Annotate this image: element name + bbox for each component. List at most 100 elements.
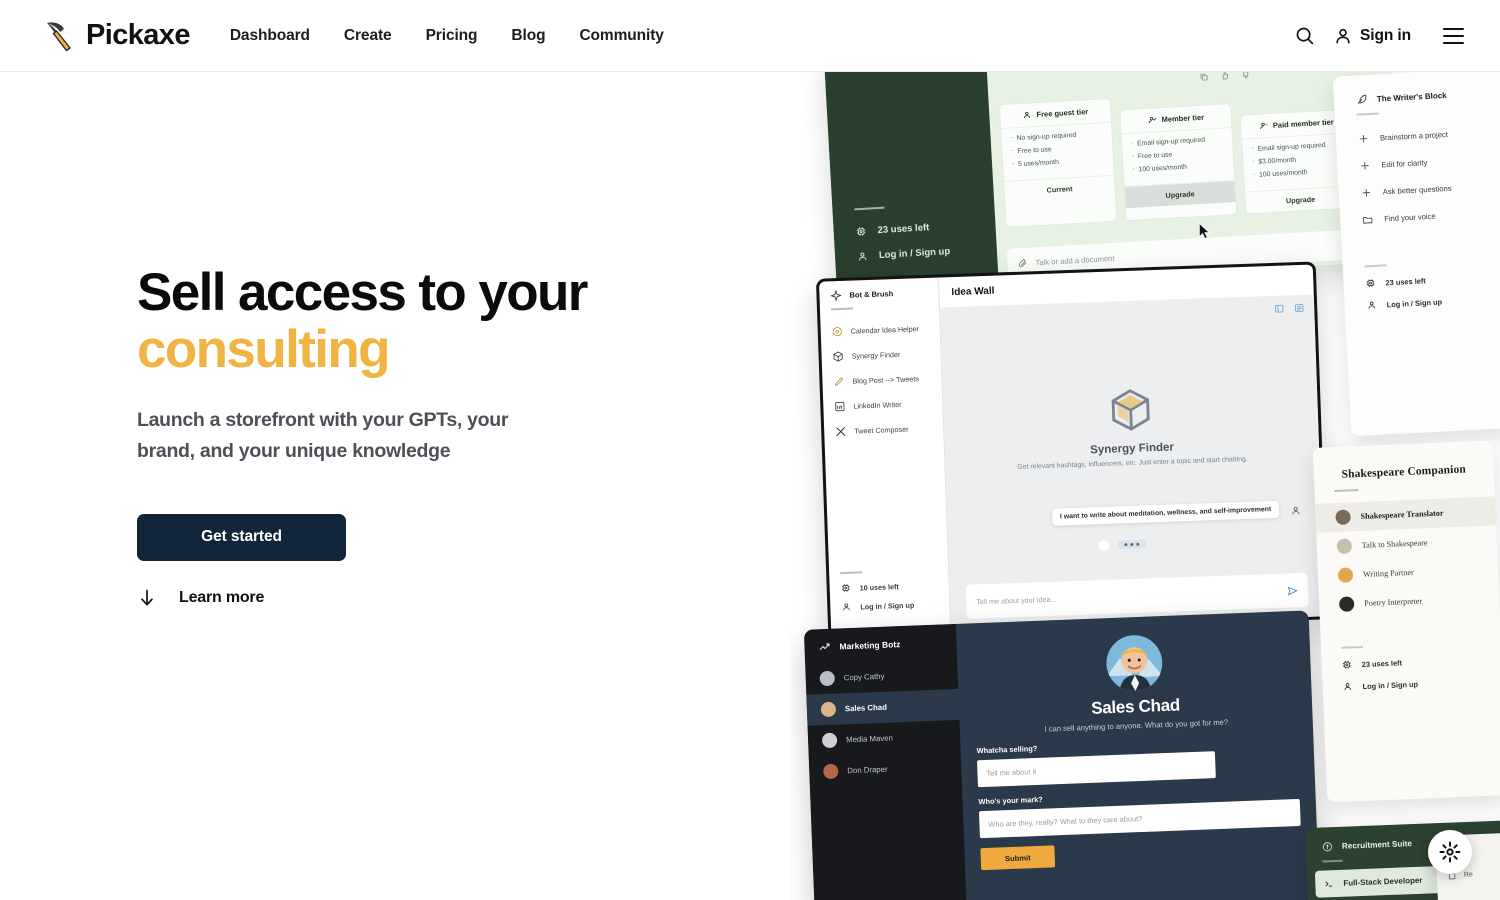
nav-item-blog[interactable]: Blog (511, 27, 545, 45)
sidebar-item-label: Sales Chad (844, 702, 888, 714)
nav-item-community[interactable]: Community (579, 27, 663, 45)
header-actions: Sign in (1294, 25, 1464, 46)
shakespeare-card-footer: 23 uses left Log in / Sign up (1321, 640, 1500, 692)
idea-brand-label: Bot & Brush (849, 289, 894, 300)
idea-chat-placeholder: Tell me about your idea... (976, 594, 1057, 606)
canvas-tools (1274, 303, 1304, 314)
divider (1322, 859, 1343, 863)
idea-card-sidebar: Bot & Brush Calendar Idea Helper Synergy… (819, 277, 952, 634)
hero-title-line1: Sell access to your (137, 263, 588, 322)
chip-icon (841, 583, 851, 593)
thumbs-down-icon[interactable] (1241, 72, 1250, 80)
field-placeholder: Who are they, really? What to they care … (988, 813, 1143, 829)
tier-feature: 100 uses/month (1253, 167, 1347, 179)
cube-icon (832, 351, 843, 362)
nav-item-pricing[interactable]: Pricing (426, 27, 478, 45)
divider (840, 571, 863, 575)
get-started-button[interactable]: Get started (137, 513, 346, 561)
main-nav: Dashboard Create Pricing Blog Community (230, 27, 664, 45)
compass-icon (830, 289, 842, 302)
login-row[interactable]: Log in / Sign up (841, 600, 914, 613)
pricing-card-sidebar: 23 uses left Log in / Sign up (823, 72, 999, 293)
uses-left-row: 23 uses left (855, 222, 930, 237)
site-header: Pickaxe Dashboard Create Pricing Blog Co… (0, 0, 1500, 72)
field-label-selling: Whatcha selling? (976, 743, 1038, 756)
submit-button[interactable]: Submit (980, 845, 1056, 871)
field-input-selling[interactable]: Tell me about it (976, 751, 1216, 788)
sidebar-item-label: Find your voice (1383, 211, 1436, 224)
login-label: Log in / Sign up (1362, 679, 1419, 691)
shakespeare-card-title: Shakespeare Companion (1341, 463, 1467, 481)
list-icon[interactable] (1294, 303, 1304, 313)
hero-title-accent: consulting (137, 319, 391, 379)
tier-action[interactable]: Upgrade (1124, 180, 1236, 209)
panel-icon[interactable] (1274, 304, 1284, 314)
field-input-mark[interactable]: Who are they, really? What to they care … (978, 798, 1301, 839)
recruit-brand-label: Recruitment Suite (1341, 839, 1413, 851)
user-icon (857, 251, 869, 263)
user-message: I want to write about meditation, wellne… (1051, 500, 1280, 526)
sidebar-item-tweet-composer[interactable]: Tweet Composer (824, 415, 944, 444)
sidebar-item-label: Synergy Finder (851, 349, 901, 361)
thumbs-up-icon[interactable] (1220, 72, 1229, 81)
message-reactions (1199, 72, 1250, 82)
hamburger-menu-icon[interactable] (1443, 27, 1464, 44)
sales-brand-label: Marketing Botz (839, 639, 901, 652)
pen-icon (833, 376, 844, 387)
idea-card-footer: 10 uses left Log in / Sign up (840, 570, 915, 622)
linkedin-icon (834, 401, 845, 412)
sidebar-item-poetry-interpreter[interactable]: Poetry Interpreter (1319, 583, 1500, 620)
login-row[interactable]: Log in / Sign up (857, 246, 951, 263)
arrow-down-icon (137, 587, 157, 609)
copy-icon[interactable] (1199, 72, 1208, 81)
avatar (1338, 596, 1355, 612)
sidebar-item-label: Calendar Idea Helper (850, 324, 920, 336)
send-icon[interactable] (1287, 585, 1298, 596)
chat-input-placeholder: Talk or add a document (1035, 253, 1115, 267)
floating-assistant-button[interactable] (1428, 830, 1472, 874)
folder-icon (1362, 214, 1374, 226)
avatar (820, 701, 837, 718)
writer-card-brand: The Writer's Block (1334, 86, 1500, 107)
writer-card-footer: 23 uses left Log in / Sign up (1343, 257, 1500, 311)
typing-indicator (1098, 538, 1147, 552)
writer-brand-label: The Writer's Block (1376, 90, 1447, 104)
plus-icon (1359, 160, 1371, 172)
sales-chad-card: Marketing Botz Copy Cathy Sales Chad Med… (803, 610, 1322, 900)
tier-action[interactable]: Current (1004, 174, 1116, 203)
hero-content: Sell access to your consulting Launch a … (137, 263, 697, 609)
tier-card-free[interactable]: Free guest tier No sign-up required Free… (998, 97, 1118, 228)
sidebar-item-label: Full-Stack Developer (1343, 875, 1423, 888)
nav-item-dashboard[interactable]: Dashboard (230, 27, 310, 45)
sidebar-item-label: Shakespeare Translator (1360, 508, 1444, 521)
user-check-icon (1147, 115, 1157, 124)
brand-logo-link[interactable]: Pickaxe (44, 20, 190, 52)
learn-more-link[interactable]: Learn more (137, 587, 264, 609)
typing-dots (1117, 539, 1147, 550)
avatar (821, 732, 838, 749)
sidebar-item-label: Poetry Interpreter (1364, 596, 1423, 608)
pickaxe-logo-icon (44, 20, 78, 52)
nav-item-create[interactable]: Create (344, 27, 392, 45)
tier-card-member[interactable]: Member tier Email sign-up required Free … (1119, 103, 1238, 222)
idea-card-main: Idea Wall Synergy Finder Get relevant ha… (939, 264, 1325, 630)
sales-card-main: Sales Chad I can sell anything to anyone… (956, 610, 1321, 900)
brand-name: Pickaxe (86, 19, 190, 51)
mouse-cursor-icon (1196, 222, 1212, 242)
sidebar-item-label: Brainstorm a project (1379, 129, 1449, 143)
search-icon[interactable] (1294, 25, 1315, 46)
sidebar-item-label: LinkedIn Writer (853, 399, 902, 411)
shakespeare-companion-card: Shakespeare Companion Shakespeare Transl… (1312, 440, 1500, 803)
signin-button[interactable]: Sign in (1333, 26, 1411, 46)
sidebar-item-don-draper[interactable]: Don Draper (809, 751, 962, 788)
idea-canvas: Synergy Finder Get relevant hashtags, in… (939, 294, 1325, 630)
sidebar-item-label: Blog Post --> Tweets (852, 374, 920, 386)
login-row[interactable]: Log in / Sign up (1366, 292, 1500, 310)
avatar (1336, 538, 1353, 554)
paperclip-icon[interactable] (1017, 258, 1028, 269)
sidebar-item-label: Edit for clarity (1381, 158, 1428, 170)
sidebar-item-label: Ask better questions (1382, 183, 1452, 197)
login-row[interactable]: Log in / Sign up (1342, 675, 1500, 692)
user-icon (1290, 505, 1301, 516)
login-label: Log in / Sign up (878, 246, 951, 262)
